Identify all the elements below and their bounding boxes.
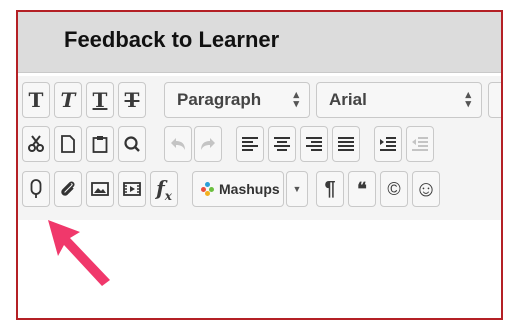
undo-icon [171, 138, 185, 150]
microphone-icon [30, 179, 42, 198]
mashups-icon [201, 182, 215, 196]
show-blocks-button[interactable]: ¶ [316, 171, 344, 207]
align-right-button[interactable] [300, 126, 328, 162]
indent-button[interactable] [374, 126, 402, 162]
panel-header: Feedback to Learner [18, 12, 501, 73]
mashups-label: Mashups [219, 181, 280, 197]
panel-title: Feedback to Learner [64, 27, 280, 52]
arrow-pointer-icon [48, 220, 110, 286]
paste-icon [92, 136, 108, 153]
outdent-icon [412, 137, 428, 151]
copy-button[interactable] [54, 126, 82, 162]
underline-icon: T [92, 88, 108, 112]
italic-button[interactable]: T [54, 82, 82, 118]
align-right-icon [306, 137, 322, 151]
math-editor-button[interactable]: fx [150, 171, 178, 207]
blockquote-button[interactable]: ❝ [348, 171, 376, 207]
paragraph-select-label: Paragraph [177, 90, 262, 109]
quote-icon: ❝ [357, 178, 367, 199]
align-left-icon [242, 137, 258, 151]
emoticon-button[interactable]: ☺ [412, 171, 440, 207]
strikethrough-button[interactable]: T [118, 82, 146, 118]
insert-image-button[interactable] [86, 171, 114, 207]
outdent-button[interactable] [406, 126, 434, 162]
font-size-select[interactable] [488, 82, 501, 118]
mashups-button[interactable]: Mashups [192, 171, 284, 207]
attachment-icon [61, 181, 75, 196]
font-select-label: Arial [329, 90, 367, 109]
undo-button[interactable] [164, 126, 192, 162]
align-center-button[interactable] [268, 126, 296, 162]
mashups-dropdown-button[interactable]: ▼ [286, 171, 308, 207]
cut-icon [28, 135, 44, 152]
find-icon [124, 136, 140, 152]
underline-button[interactable]: T [86, 82, 114, 118]
paragraph-format-select[interactable]: Paragraph ▴ ▾ [164, 82, 310, 118]
bold-icon: T [28, 88, 44, 112]
cut-button[interactable] [22, 126, 50, 162]
insert-video-button[interactable] [118, 171, 146, 207]
smiley-icon: ☺ [414, 176, 438, 201]
special-character-button[interactable]: © [380, 171, 408, 207]
indent-icon [380, 137, 396, 151]
justify-button[interactable] [332, 126, 360, 162]
bold-button[interactable]: T [22, 82, 50, 118]
find-button[interactable] [118, 126, 146, 162]
align-left-button[interactable] [236, 126, 264, 162]
font-family-select[interactable]: Arial ▴ ▾ [316, 82, 482, 118]
attach-file-button[interactable] [54, 171, 82, 207]
video-icon [123, 182, 141, 196]
record-audio-button[interactable] [22, 171, 50, 207]
redo-icon [201, 138, 215, 150]
math-function-icon: fx [156, 175, 172, 203]
select-arrows-icon: ▴ ▾ [293, 89, 299, 110]
justify-icon [338, 137, 354, 151]
italic-icon: T [60, 88, 76, 112]
editor-toolbar: T T T T Paragraph ▴ ▾ Arial ▴ ▾ fx Mashu… [18, 76, 501, 220]
copyright-icon: © [387, 178, 401, 199]
chevron-down-icon: ▼ [292, 184, 302, 194]
select-arrows-icon: ▴ ▾ [465, 89, 471, 110]
pilcrow-icon: ¶ [324, 177, 336, 200]
redo-button[interactable] [194, 126, 222, 162]
image-icon [91, 182, 109, 196]
align-center-icon [274, 137, 290, 151]
paste-button[interactable] [86, 126, 114, 162]
copy-icon [61, 135, 75, 153]
strikethrough-icon: T [124, 88, 140, 112]
